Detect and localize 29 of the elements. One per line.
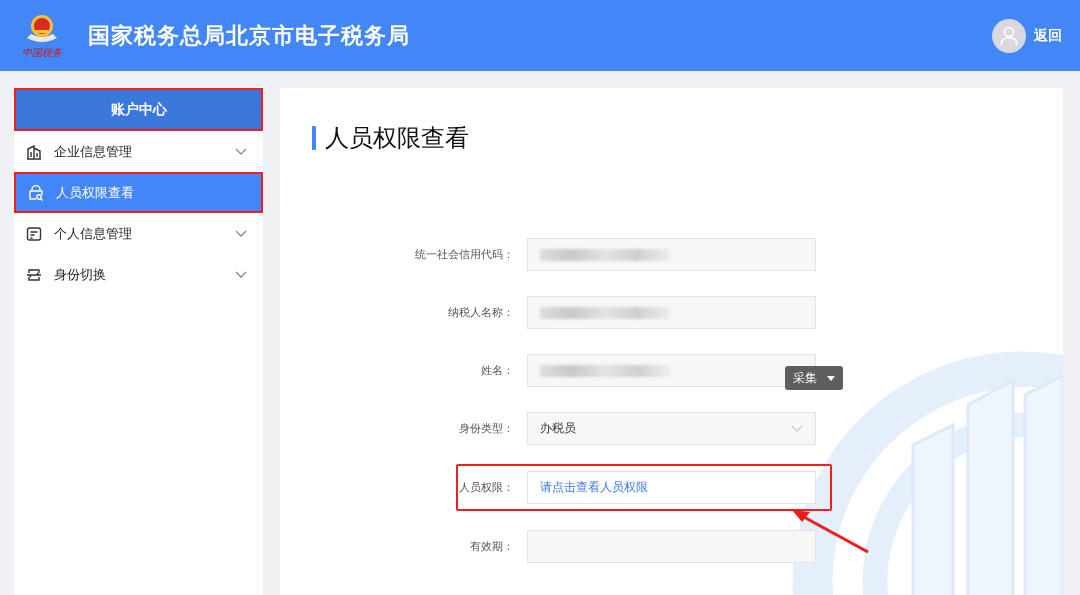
capture-dropdown-menu[interactable]: 采集 <box>785 366 843 390</box>
back-link[interactable]: 返回 <box>1034 26 1062 45</box>
account-center-heading: 账户中心 <box>14 88 263 131</box>
input-field[interactable]: 请点击查看人员权限 <box>527 471 816 504</box>
input-field[interactable] <box>527 238 816 271</box>
caret-icon <box>827 375 835 381</box>
document-icon <box>26 225 42 242</box>
field-label: 有效期： <box>469 539 514 554</box>
user-icon <box>1000 25 1018 46</box>
field-label: 姓名： <box>480 363 514 378</box>
input-field[interactable] <box>527 296 816 329</box>
field-label: 身份类型： <box>458 421 514 436</box>
sidebar-item[interactable]: 人员权限查看 <box>14 172 263 213</box>
site-title: 国家税务总局北京市电子税务局 <box>88 21 411 50</box>
logo-caption: 中国税务 <box>22 45 62 60</box>
field-label: 统一社会信用代码： <box>414 247 514 262</box>
title-accent-bar <box>312 126 316 150</box>
avatar[interactable] <box>992 18 1026 53</box>
select-field[interactable]: 办税员 <box>527 412 816 445</box>
switch-icon <box>26 266 42 283</box>
input-field[interactable] <box>527 530 816 563</box>
chevron-down-icon <box>791 424 803 433</box>
field-label: 纳税人名称： <box>447 305 514 320</box>
field-label: 人员权限： <box>458 480 514 495</box>
building-icon <box>26 143 42 160</box>
lock-search-icon <box>28 184 44 201</box>
input-field[interactable] <box>527 354 816 387</box>
view-permissions-link[interactable]: 请点击查看人员权限 <box>540 479 648 496</box>
page-title: 人员权限查看 <box>325 123 469 154</box>
